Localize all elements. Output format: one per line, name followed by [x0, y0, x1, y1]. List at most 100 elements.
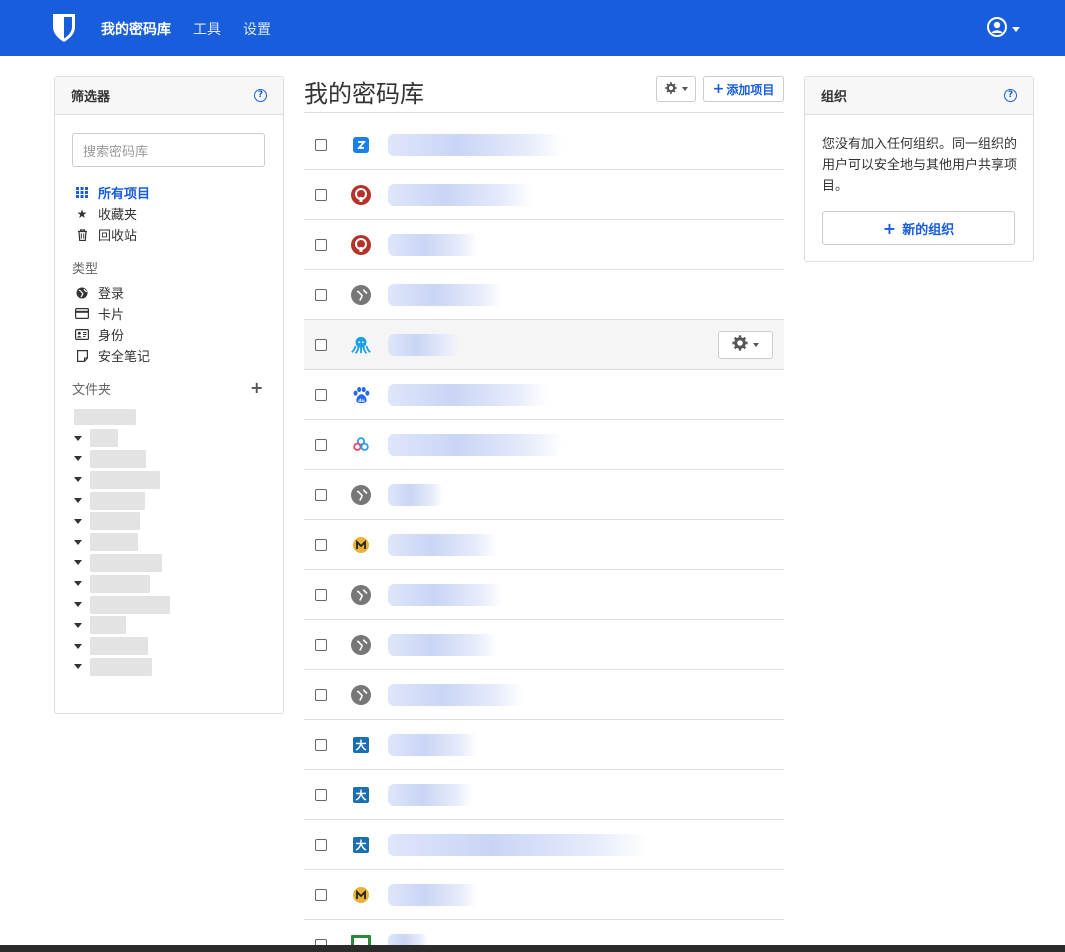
caret-down-icon — [74, 560, 82, 566]
vault-item-row[interactable]: du — [304, 370, 784, 420]
item-name-redacted[interactable] — [388, 783, 473, 806]
item-name-redacted[interactable] — [388, 633, 498, 656]
filter-trash[interactable]: 回收站 — [75, 224, 150, 245]
select-checkbox[interactable] — [315, 338, 327, 351]
folder-item[interactable] — [74, 657, 170, 678]
folder-item[interactable] — [74, 573, 170, 594]
filter-type-identity[interactable]: 身份 — [75, 324, 150, 345]
caret-down-icon — [74, 498, 82, 504]
vault-item-row[interactable]: 大 — [304, 820, 784, 870]
folder-item[interactable] — [74, 428, 170, 449]
folders-heading: 文件夹 — [72, 383, 112, 398]
item-name-redacted[interactable] — [388, 433, 563, 456]
note-icon — [75, 349, 89, 362]
nav-tools[interactable]: 工具 — [193, 19, 221, 39]
folder-item[interactable] — [74, 594, 170, 615]
select-checkbox[interactable] — [315, 288, 327, 301]
select-checkbox[interactable] — [315, 438, 327, 451]
folder-item[interactable] — [74, 615, 170, 636]
select-checkbox[interactable] — [315, 538, 327, 551]
select-checkbox[interactable] — [315, 888, 327, 901]
item-name-redacted[interactable] — [388, 833, 648, 856]
select-checkbox[interactable] — [315, 238, 327, 251]
vault-item-row[interactable] — [304, 570, 784, 620]
select-checkbox[interactable] — [315, 588, 327, 601]
filter-label: 收藏夹 — [98, 208, 138, 223]
item-options-button[interactable] — [718, 331, 773, 359]
item-name-redacted[interactable] — [388, 283, 503, 306]
folder-item[interactable] — [74, 490, 170, 511]
item-name-redacted[interactable] — [388, 533, 498, 556]
all-items-list: 所有项目 ★ 收藏夹 回收站 — [75, 182, 150, 245]
caret-down-icon — [74, 602, 82, 608]
vault-item-row[interactable] — [304, 620, 784, 670]
select-checkbox[interactable] — [315, 638, 327, 651]
new-organization-button[interactable]: + 新的组织 — [822, 211, 1015, 245]
vault-item-row[interactable]: 大 — [304, 770, 784, 820]
filter-type-secure-note[interactable]: 安全笔记 — [75, 345, 150, 366]
user-menu-button[interactable] — [987, 17, 1020, 41]
help-icon[interactable]: ? — [254, 89, 267, 102]
vault-item-row[interactable] — [304, 220, 784, 270]
select-checkbox[interactable] — [315, 388, 327, 401]
item-name-redacted[interactable] — [388, 333, 460, 356]
item-name-redacted[interactable] — [388, 233, 478, 256]
item-name-redacted[interactable] — [388, 383, 548, 406]
add-item-button[interactable]: + 添加项目 — [703, 76, 784, 102]
organizations-panel: 组织 ? 您没有加入任何组织。同一组织的用户可以安全地与其他用户共享项目。 + … — [804, 76, 1034, 262]
add-folder-icon[interactable]: + — [250, 378, 263, 397]
select-checkbox[interactable] — [315, 488, 327, 501]
select-checkbox[interactable] — [315, 838, 327, 851]
vault-item-row[interactable] — [304, 170, 784, 220]
item-name-redacted[interactable] — [388, 583, 503, 606]
item-name-redacted[interactable] — [388, 133, 563, 156]
vault-options-button[interactable] — [656, 76, 696, 102]
select-checkbox[interactable] — [315, 788, 327, 801]
item-name-redacted[interactable] — [388, 883, 478, 906]
select-checkbox[interactable] — [315, 688, 327, 701]
user-circle-icon — [987, 17, 1007, 41]
vault-item-row[interactable] — [304, 470, 784, 520]
shield-logo-icon[interactable] — [52, 13, 76, 43]
filters-header: 筛选器 ? — [55, 77, 283, 115]
item-name-redacted[interactable] — [388, 183, 533, 206]
folder-item[interactable] — [74, 469, 170, 490]
vault-item-row[interactable] — [304, 670, 784, 720]
red-ring-logo-icon — [351, 184, 371, 205]
filter-type-login[interactable]: 登录 — [75, 282, 150, 303]
item-name-redacted[interactable] — [388, 733, 478, 756]
folders-list — [74, 407, 170, 677]
folder-item[interactable] — [74, 553, 170, 574]
select-checkbox[interactable] — [315, 138, 327, 151]
folder-item[interactable] — [74, 636, 170, 657]
vault-item-row[interactable]: 大 — [304, 720, 784, 770]
filter-all-items[interactable]: 所有项目 — [75, 182, 150, 203]
select-checkbox[interactable] — [315, 738, 327, 751]
filter-type-card[interactable]: 卡片 — [75, 303, 150, 324]
folder-item[interactable] — [74, 511, 170, 532]
gear-icon — [664, 81, 677, 97]
nav-settings[interactable]: 设置 — [243, 19, 271, 39]
vault-item-row[interactable] — [304, 420, 784, 470]
vault-item-row[interactable] — [304, 520, 784, 570]
item-name-redacted[interactable] — [388, 683, 523, 706]
search-input[interactable]: 搜索密码库 — [72, 133, 265, 167]
folder-item[interactable] — [74, 407, 170, 428]
vault-item-row[interactable] — [304, 870, 784, 920]
folder-item[interactable] — [74, 449, 170, 470]
chevron-down-icon — [753, 343, 759, 347]
vault-item-row[interactable] — [304, 270, 784, 320]
nav-my-vault[interactable]: 我的密码库 — [101, 19, 171, 39]
da-logo-icon: 大 — [353, 836, 369, 853]
select-checkbox[interactable] — [315, 188, 327, 201]
filter-favorites[interactable]: ★ 收藏夹 — [75, 203, 150, 224]
organizations-description: 您没有加入任何组织。同一组织的用户可以安全地与其他用户共享项目。 — [822, 137, 1018, 194]
vault-item-row[interactable] — [304, 320, 784, 370]
help-icon[interactable]: ? — [1004, 89, 1017, 102]
folder-item[interactable] — [74, 532, 170, 553]
vault-item-row[interactable] — [304, 120, 784, 170]
caret-down-icon — [74, 539, 82, 545]
item-name-redacted[interactable] — [388, 483, 443, 506]
divider — [304, 112, 784, 113]
globe-icon — [351, 284, 371, 305]
